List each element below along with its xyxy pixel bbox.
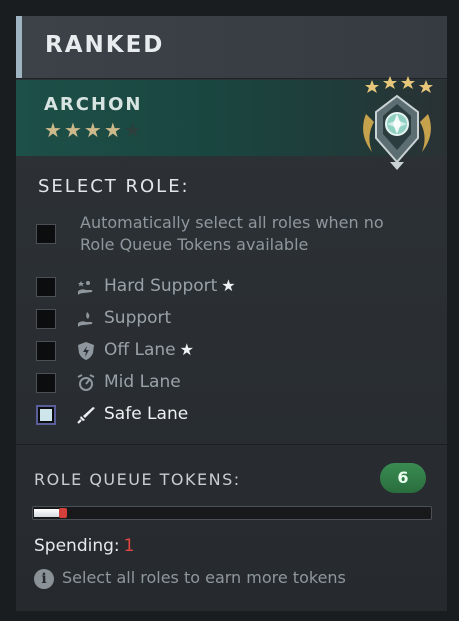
panel-title: RANKED bbox=[45, 32, 165, 58]
section-divider bbox=[16, 444, 447, 445]
support-checkbox[interactable] bbox=[36, 309, 56, 329]
role-row-hard-support[interactable]: Hard Support ★ bbox=[36, 275, 416, 299]
frame-left bbox=[0, 0, 16, 621]
rank-star-filled-icon: ★ bbox=[103, 118, 122, 142]
role-label: Mid Lane bbox=[104, 372, 181, 392]
frame-top bbox=[0, 0, 459, 16]
token-spending-marker bbox=[59, 508, 67, 518]
off-lane-checkbox[interactable] bbox=[36, 341, 56, 361]
info-text: Select all roles to earn more tokens bbox=[62, 568, 346, 587]
ranked-panel: RANKED ARCHON ★ ★ ★ ★ ★ SELECT ROLE: Automat… bbox=[0, 0, 459, 621]
rank-star-filled-icon: ★ bbox=[63, 118, 82, 142]
auto-select-text: Automatically select all roles when no R… bbox=[80, 213, 384, 254]
frame-right bbox=[447, 0, 459, 621]
off-lane-icon bbox=[78, 342, 94, 360]
off-lane-label: Off Lane bbox=[104, 340, 176, 360]
token-count-badge: 6 bbox=[380, 463, 426, 493]
role-label: Safe Lane bbox=[104, 404, 188, 424]
role-label: Off Lane ★ bbox=[104, 340, 194, 360]
safe-lane-checkbox[interactable] bbox=[36, 405, 56, 425]
rank-stars: ★ ★ ★ ★ ★ bbox=[44, 120, 142, 140]
role-label: Support bbox=[104, 308, 171, 328]
auto-select-checkbox[interactable] bbox=[36, 224, 56, 244]
panel-header: RANKED bbox=[16, 16, 447, 79]
support-label: Support bbox=[104, 308, 172, 328]
rank-banner: ARCHON ★ ★ ★ ★ ★ bbox=[16, 76, 447, 170]
spending-label: Spending: bbox=[34, 536, 120, 556]
hard-support-icon bbox=[78, 281, 93, 295]
preferred-star-icon: ★ bbox=[179, 340, 194, 359]
info-icon[interactable]: i bbox=[34, 569, 54, 589]
mid-lane-icon bbox=[77, 374, 95, 391]
preferred-star-icon: ★ bbox=[221, 276, 236, 295]
frame-bottom bbox=[0, 611, 459, 621]
spending-value: 1 bbox=[123, 536, 135, 556]
rank-star-filled-icon: ★ bbox=[44, 118, 62, 142]
token-progress-fill bbox=[34, 509, 59, 517]
safe-lane-icon bbox=[77, 407, 95, 424]
spending-row: Spending: 1 bbox=[34, 536, 134, 556]
mid-lane-checkbox[interactable] bbox=[36, 373, 56, 393]
mid-lane-label: Mid Lane bbox=[104, 372, 181, 392]
token-progress-bar bbox=[32, 506, 432, 520]
rank-medal-icon bbox=[363, 76, 433, 170]
rank-star-filled-icon: ★ bbox=[83, 118, 102, 142]
select-role-label: SELECT ROLE: bbox=[38, 176, 190, 197]
rank-star-empty-icon: ★ bbox=[123, 118, 142, 142]
support-icon bbox=[78, 312, 93, 327]
role-row-mid-lane[interactable]: Mid Lane bbox=[36, 371, 416, 395]
role-row-safe-lane[interactable]: Safe Lane bbox=[36, 403, 416, 427]
role-row-support[interactable]: Support bbox=[36, 307, 416, 331]
role-row-off-lane[interactable]: Off Lane ★ bbox=[36, 339, 416, 363]
role-queue-tokens-label: ROLE QUEUE TOKENS: bbox=[34, 470, 241, 489]
hard-support-label: Hard Support bbox=[104, 276, 218, 296]
hard-support-checkbox[interactable] bbox=[36, 277, 56, 297]
header-accent-bar bbox=[16, 16, 22, 78]
role-label: Hard Support ★ bbox=[104, 276, 236, 296]
safe-lane-label: Safe Lane bbox=[104, 404, 189, 424]
rank-name: ARCHON bbox=[44, 94, 143, 115]
